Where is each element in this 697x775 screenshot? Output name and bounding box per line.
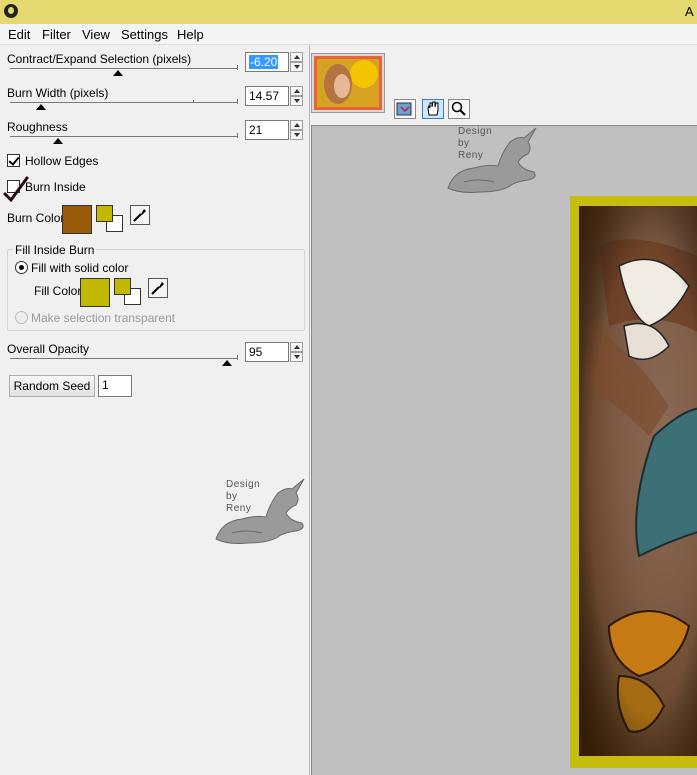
spin-up-icon[interactable] xyxy=(290,120,303,130)
make-transparent-radio[interactable] xyxy=(15,311,28,324)
zoom-magnifier-icon[interactable] xyxy=(448,99,470,119)
fill-color-label: Fill Color xyxy=(34,284,82,298)
spin-down-icon[interactable] xyxy=(290,96,303,106)
burn-color-label: Burn Color xyxy=(7,211,65,225)
app-icon[interactable] xyxy=(4,4,18,18)
fill-solid-radio[interactable] xyxy=(15,261,28,274)
navigator-thumbnail[interactable] xyxy=(311,53,385,113)
roughness-spinner[interactable] xyxy=(290,120,303,140)
contract-expand-thumb[interactable] xyxy=(113,70,123,76)
contract-expand-slider[interactable] xyxy=(10,68,238,69)
roughness-label: Roughness xyxy=(7,120,68,134)
random-seed-button[interactable]: Random Seed xyxy=(9,375,95,397)
contract-expand-label: Contract/Expand Selection (pixels) xyxy=(7,52,192,66)
spin-down-icon[interactable] xyxy=(290,130,303,140)
menu-settings[interactable]: Settings xyxy=(121,27,168,42)
image-frame xyxy=(570,196,697,768)
settings-panel: Contract/Expand Selection (pixels) -6.20… xyxy=(0,45,310,775)
overall-opacity-thumb[interactable] xyxy=(222,360,232,366)
slider-end-mark xyxy=(237,133,238,138)
title-bar: A xyxy=(0,0,697,24)
contract-expand-spinner[interactable] xyxy=(290,52,303,72)
roughness-slider[interactable] xyxy=(10,136,238,137)
eyedropper-icon[interactable] xyxy=(130,205,150,225)
burn-inside-label: Burn Inside xyxy=(25,180,86,194)
overall-opacity-slider[interactable] xyxy=(10,358,238,359)
slider-end-mark xyxy=(237,99,238,104)
menu-help[interactable]: Help xyxy=(177,27,204,42)
burn-width-label: Burn Width (pixels) xyxy=(7,86,109,100)
slider-tick xyxy=(193,100,194,103)
slider-end-mark xyxy=(237,65,238,70)
burn-width-input[interactable]: 14.57 xyxy=(245,86,289,106)
overall-opacity-input[interactable]: 95 xyxy=(245,342,289,362)
unicorn-icon xyxy=(447,127,537,193)
preview-image xyxy=(579,206,697,756)
hollow-edges-checkbox[interactable] xyxy=(7,154,20,167)
unicorn-icon xyxy=(215,478,305,544)
roughness-input[interactable]: 21 xyxy=(245,120,289,140)
hollow-edges-label: Hollow Edges xyxy=(25,154,99,168)
spin-down-icon[interactable] xyxy=(290,352,303,362)
fill-solid-label: Fill with solid color xyxy=(31,261,129,275)
watermark-logo: Design by Reny xyxy=(444,126,540,196)
pan-hand-icon[interactable] xyxy=(422,99,444,119)
menu-bar: Edit Filter View Settings Help xyxy=(0,24,697,45)
slider-end-mark xyxy=(237,355,238,360)
spin-up-icon[interactable] xyxy=(290,52,303,62)
spin-up-icon[interactable] xyxy=(290,342,303,352)
contract-expand-input[interactable]: -6.20 xyxy=(245,52,289,72)
burn-width-spinner[interactable] xyxy=(290,86,303,106)
overall-opacity-spinner[interactable] xyxy=(290,342,303,362)
watermark-logo: Design by Reny xyxy=(212,477,308,549)
burn-color-swatch[interactable] xyxy=(62,205,92,234)
menu-view[interactable]: View xyxy=(82,27,110,42)
overall-opacity-label: Overall Opacity xyxy=(7,342,90,356)
eyedropper-icon[interactable] xyxy=(148,278,168,298)
menu-edit[interactable]: Edit xyxy=(8,27,30,42)
fill-color-pair-icon[interactable] xyxy=(114,278,144,308)
menu-filter[interactable]: Filter xyxy=(42,27,71,42)
burn-width-thumb[interactable] xyxy=(36,104,46,110)
burn-color-pair-icon[interactable] xyxy=(96,205,126,235)
roughness-thumb[interactable] xyxy=(53,138,63,144)
burn-width-slider[interactable] xyxy=(10,102,238,103)
preview-canvas[interactable]: Design by Reny xyxy=(311,125,697,775)
spin-down-icon[interactable] xyxy=(290,62,303,72)
fill-color-swatch[interactable] xyxy=(80,278,110,307)
window-title: A xyxy=(685,4,694,19)
zoom-fit-icon[interactable] xyxy=(394,99,416,119)
make-transparent-label: Make selection transparent xyxy=(31,311,176,325)
spin-up-icon[interactable] xyxy=(290,86,303,96)
preview-toolbar-area xyxy=(311,45,697,125)
random-seed-input[interactable]: 1 xyxy=(98,375,132,397)
fill-group-title: Fill Inside Burn xyxy=(13,243,97,257)
